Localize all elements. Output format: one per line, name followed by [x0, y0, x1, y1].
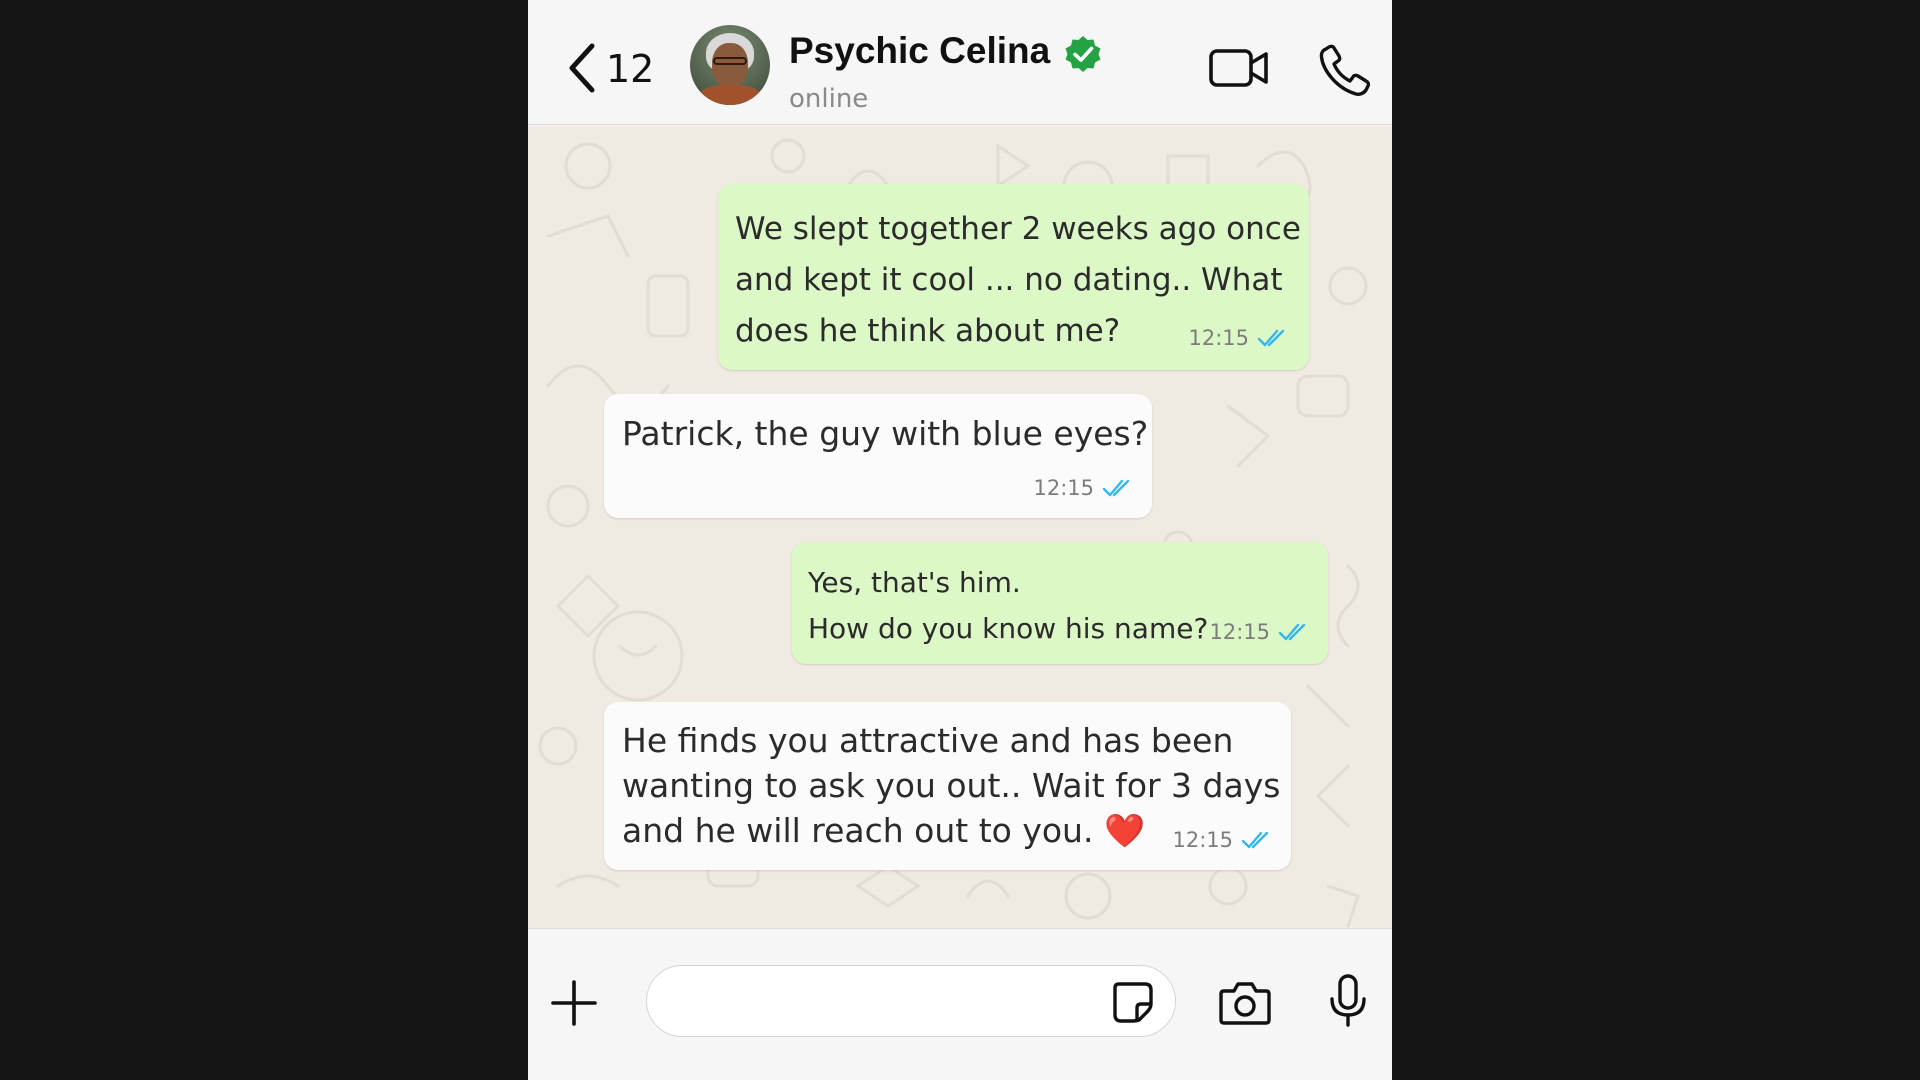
- message-bubble-outgoing[interactable]: We slept together 2 weeks ago once and k…: [718, 184, 1309, 370]
- message-time: 12:15: [1188, 326, 1249, 350]
- sticker-icon[interactable]: [1111, 980, 1155, 1024]
- back-button[interactable]: 12: [562, 40, 654, 96]
- plus-icon[interactable]: [550, 979, 598, 1027]
- message-meta: 12:15: [1209, 620, 1310, 644]
- double-check-icon: [1241, 831, 1269, 849]
- double-check-icon: [1257, 329, 1285, 347]
- message-bubble-outgoing[interactable]: Yes, that's him. How do you know his nam…: [792, 542, 1328, 664]
- message-meta: 12:15: [1033, 476, 1134, 500]
- chat-header: 12 Psychic Celina online: [528, 0, 1392, 125]
- message-text: Patrick, the guy with blue eyes?: [622, 414, 1149, 453]
- video-camera-icon[interactable]: [1208, 44, 1270, 92]
- microphone-icon[interactable]: [1328, 973, 1368, 1029]
- camera-icon[interactable]: [1218, 979, 1272, 1027]
- contact-status: online: [789, 84, 869, 114]
- message-text: Yes, that's him. How do you know his nam…: [808, 566, 1209, 645]
- message-time: 12:15: [1033, 476, 1094, 500]
- message-list[interactable]: We slept together 2 weeks ago once and k…: [528, 126, 1392, 928]
- unread-count: 12: [606, 47, 655, 91]
- contact-name[interactable]: Psychic Celina: [789, 30, 1050, 72]
- message-bubble-incoming[interactable]: Patrick, the guy with blue eyes? 12:15: [604, 394, 1152, 518]
- message-bubble-incoming[interactable]: He finds you attractive and has been wan…: [604, 702, 1291, 870]
- message-input[interactable]: [671, 980, 1091, 1024]
- message-time: 12:15: [1172, 828, 1233, 852]
- chevron-left-icon: [569, 43, 595, 93]
- verified-badge-icon: [1065, 36, 1101, 72]
- message-meta: 12:15: [1188, 326, 1289, 350]
- double-check-icon: [1102, 479, 1130, 497]
- double-check-icon: [1278, 623, 1306, 641]
- message-input-wrapper: [646, 965, 1176, 1037]
- avatar[interactable]: [690, 25, 770, 105]
- message-time: 12:15: [1209, 620, 1270, 644]
- message-meta: 12:15: [1172, 828, 1273, 852]
- chat-screen: 12 Psychic Celina online We slept togeth…: [528, 0, 1392, 1080]
- phone-icon[interactable]: [1318, 44, 1372, 98]
- composer-bar: [528, 928, 1392, 1080]
